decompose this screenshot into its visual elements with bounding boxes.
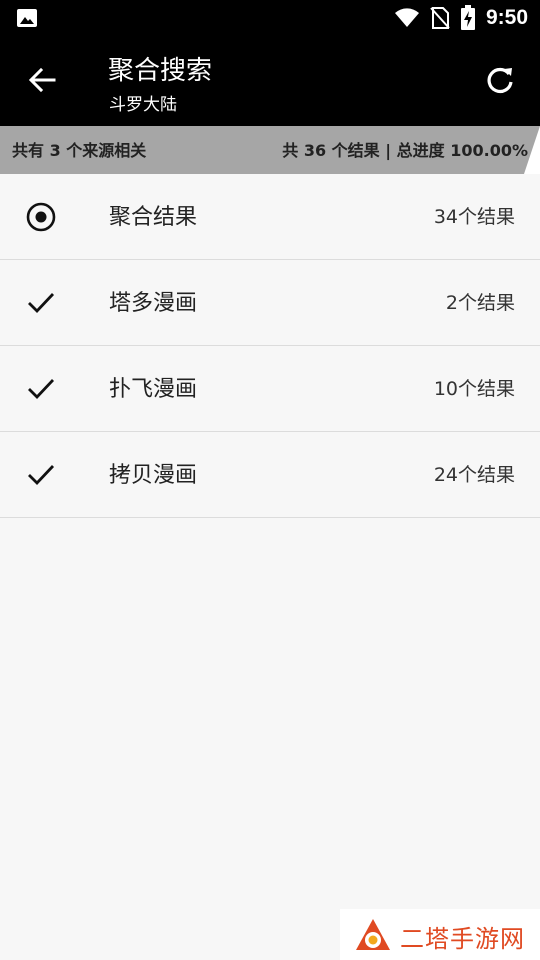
list-item-source[interactable]: 扑飞漫画 10个结果 — [0, 346, 540, 432]
wifi-icon — [394, 8, 419, 27]
status-icons: 9:50 — [394, 0, 528, 36]
result-progress-text: 共 36 个结果 | 总进度 100.00% — [282, 141, 528, 160]
result-count: 34个结果 — [433, 206, 515, 228]
source-name: 拷贝漫画 — [109, 463, 198, 488]
list-item-source[interactable]: 塔多漫画 2个结果 — [0, 260, 540, 346]
refresh-icon — [487, 67, 513, 94]
arrow-back-icon — [28, 67, 56, 93]
watermark-text: 二塔手游网 — [400, 925, 525, 953]
check-icon — [24, 458, 58, 492]
back-button[interactable] — [24, 62, 60, 98]
battery-charging-icon — [460, 5, 475, 30]
page-subtitle: 斗罗大陆 — [109, 95, 177, 115]
image-icon — [17, 9, 37, 27]
result-count: 10个结果 — [433, 378, 515, 400]
source-list: 聚合结果 34个结果 塔多漫画 2个结果 扑飞漫画 10个结果 拷贝漫画 24个… — [0, 174, 540, 518]
check-icon — [24, 372, 58, 406]
no-sim-icon — [430, 7, 450, 29]
status-bar: 9:50 — [0, 0, 540, 36]
source-count-text: 共有 3 个来源相关 — [12, 141, 147, 160]
list-item-source[interactable]: 拷贝漫画 24个结果 — [0, 432, 540, 518]
watermark-logo-icon — [356, 919, 390, 950]
result-count: 2个结果 — [445, 292, 515, 314]
result-count: 24个结果 — [433, 464, 515, 486]
page-title: 聚合搜索 — [108, 56, 213, 86]
source-name: 扑飞漫画 — [109, 377, 198, 402]
refresh-button[interactable] — [480, 60, 520, 100]
app-bar: 聚合搜索 斗罗大陆 — [0, 36, 540, 126]
watermark: 二塔手游网 — [340, 909, 540, 960]
list-item-aggregate[interactable]: 聚合结果 34个结果 — [0, 174, 540, 260]
source-name: 塔多漫画 — [109, 291, 198, 316]
source-name: 聚合结果 — [109, 205, 198, 230]
status-time: 9:50 — [485, 6, 528, 29]
check-icon — [24, 286, 58, 320]
radio-selected-icon — [24, 200, 58, 234]
search-progress-bar: 共有 3 个来源相关 共 36 个结果 | 总进度 100.00% — [0, 126, 540, 174]
